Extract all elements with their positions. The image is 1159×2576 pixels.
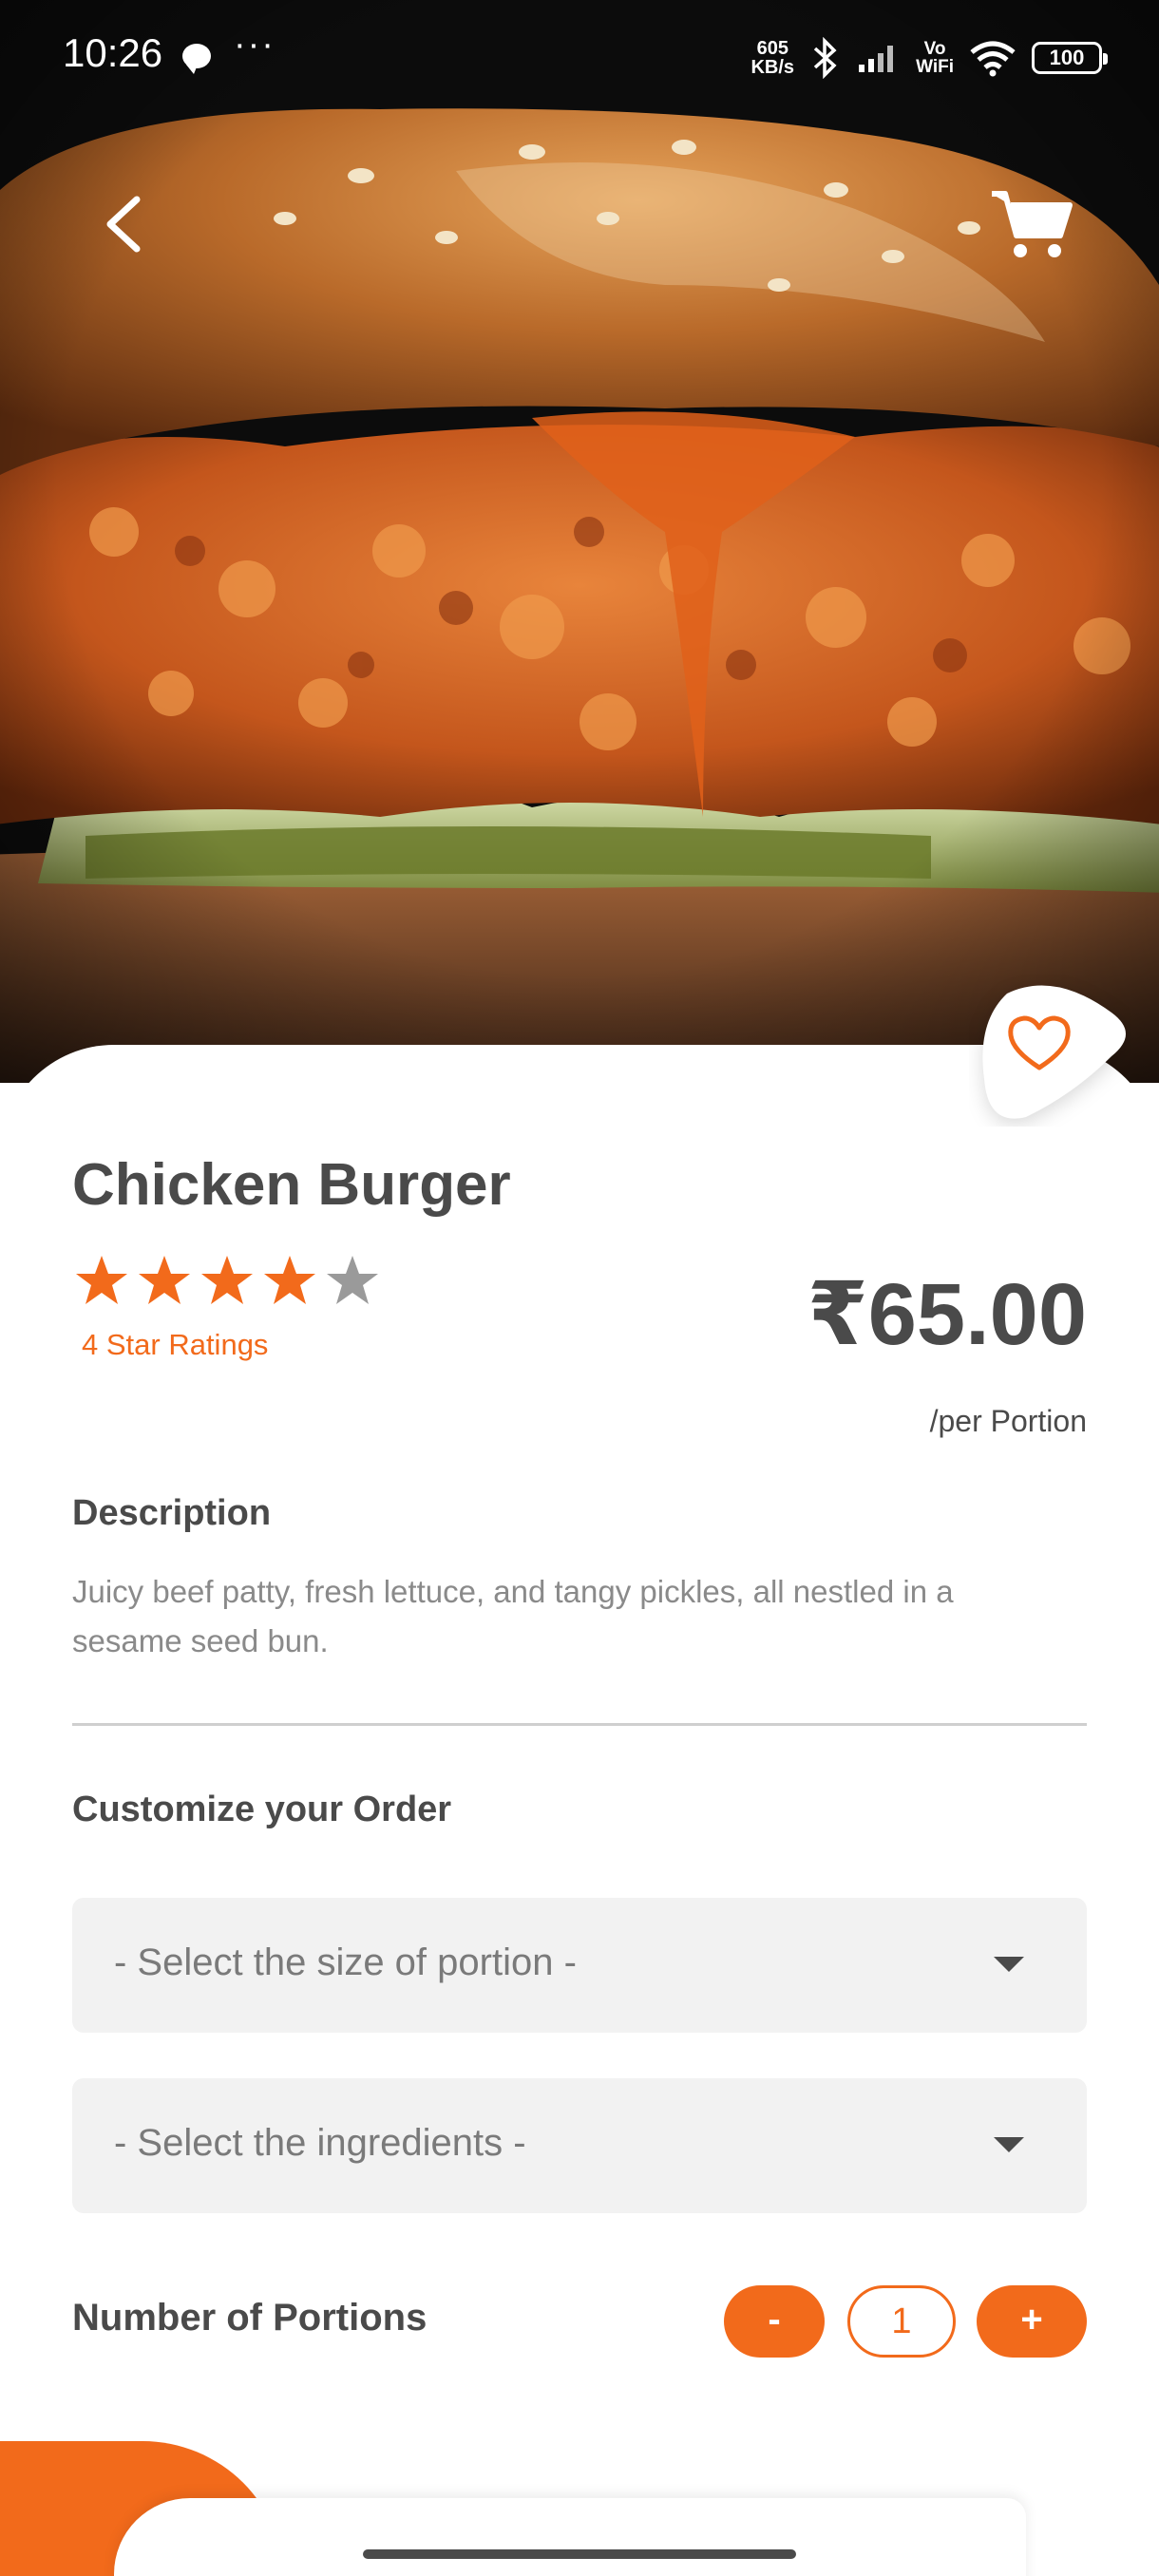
- portion-size-select-label: - Select the size of portion -: [114, 1941, 577, 1983]
- message-icon: [182, 44, 211, 74]
- battery-icon: 100: [1032, 42, 1108, 74]
- decrease-portion-button[interactable]: -: [724, 2285, 825, 2358]
- ingredients-select-label: - Select the ingredients -: [114, 2122, 526, 2164]
- net-speed-unit: KB/s: [750, 57, 795, 78]
- dropdown-arrow-icon: [994, 1957, 1024, 1972]
- favorite-button-shape: [982, 985, 1126, 1119]
- product-title: Chicken Burger: [72, 1152, 511, 1218]
- description-text: Juicy beef patty, fresh lettuce, and tan…: [72, 1574, 954, 1658]
- chevron-left-icon: [106, 196, 141, 253]
- increase-portion-button[interactable]: +: [977, 2285, 1087, 2358]
- net-speed: 605 KB/s: [750, 39, 794, 77]
- favorite-button[interactable]: [969, 975, 1130, 1127]
- vowifi-top: Vo: [923, 39, 946, 59]
- vowifi-indicator: Vo WiFi: [916, 40, 954, 76]
- more-dots-icon: ···: [234, 25, 276, 65]
- rating-stars: [74, 1254, 380, 1307]
- product-hero-image: [0, 0, 1159, 1083]
- description-heading: Description: [72, 1493, 272, 1533]
- star-filled-icon: [76, 1256, 127, 1304]
- rating-text: 4 Star Ratings: [82, 1328, 269, 1361]
- star-empty-icon: [327, 1256, 378, 1304]
- wifi-icon: [970, 41, 1016, 77]
- gesture-bar[interactable]: [363, 2549, 796, 2559]
- back-button[interactable]: [95, 190, 152, 258]
- status-bar: 10:26 ··· 605 KB/s Vo WiFi 100: [0, 0, 1159, 114]
- portion-count: 1: [847, 2285, 956, 2358]
- net-speed-value: 605: [756, 38, 788, 59]
- portion-size-select[interactable]: - Select the size of portion -: [72, 1898, 1087, 2033]
- status-time: 10:26: [63, 30, 163, 75]
- star-filled-icon: [264, 1256, 315, 1304]
- bluetooth-icon: [813, 37, 837, 79]
- portions-label: Number of Portions: [72, 2297, 428, 2339]
- ingredients-select[interactable]: - Select the ingredients -: [72, 2078, 1087, 2213]
- vowifi-bottom: WiFi: [916, 57, 954, 77]
- dropdown-arrow-icon: [994, 2137, 1024, 2152]
- signal-icon: [859, 46, 894, 72]
- star-filled-icon: [139, 1256, 190, 1304]
- star-filled-icon: [201, 1256, 253, 1304]
- divider: [72, 1723, 1087, 1726]
- price-unit: /per Portion: [929, 1404, 1087, 1438]
- customize-heading: Customize your Order: [72, 1790, 452, 1829]
- burger-illustration: [0, 0, 1159, 1083]
- cart-icon: [992, 191, 1073, 257]
- cart-button[interactable]: [988, 186, 1074, 262]
- price: ₹65.00: [807, 1266, 1087, 1363]
- bottom-action-card: [114, 2498, 1026, 2576]
